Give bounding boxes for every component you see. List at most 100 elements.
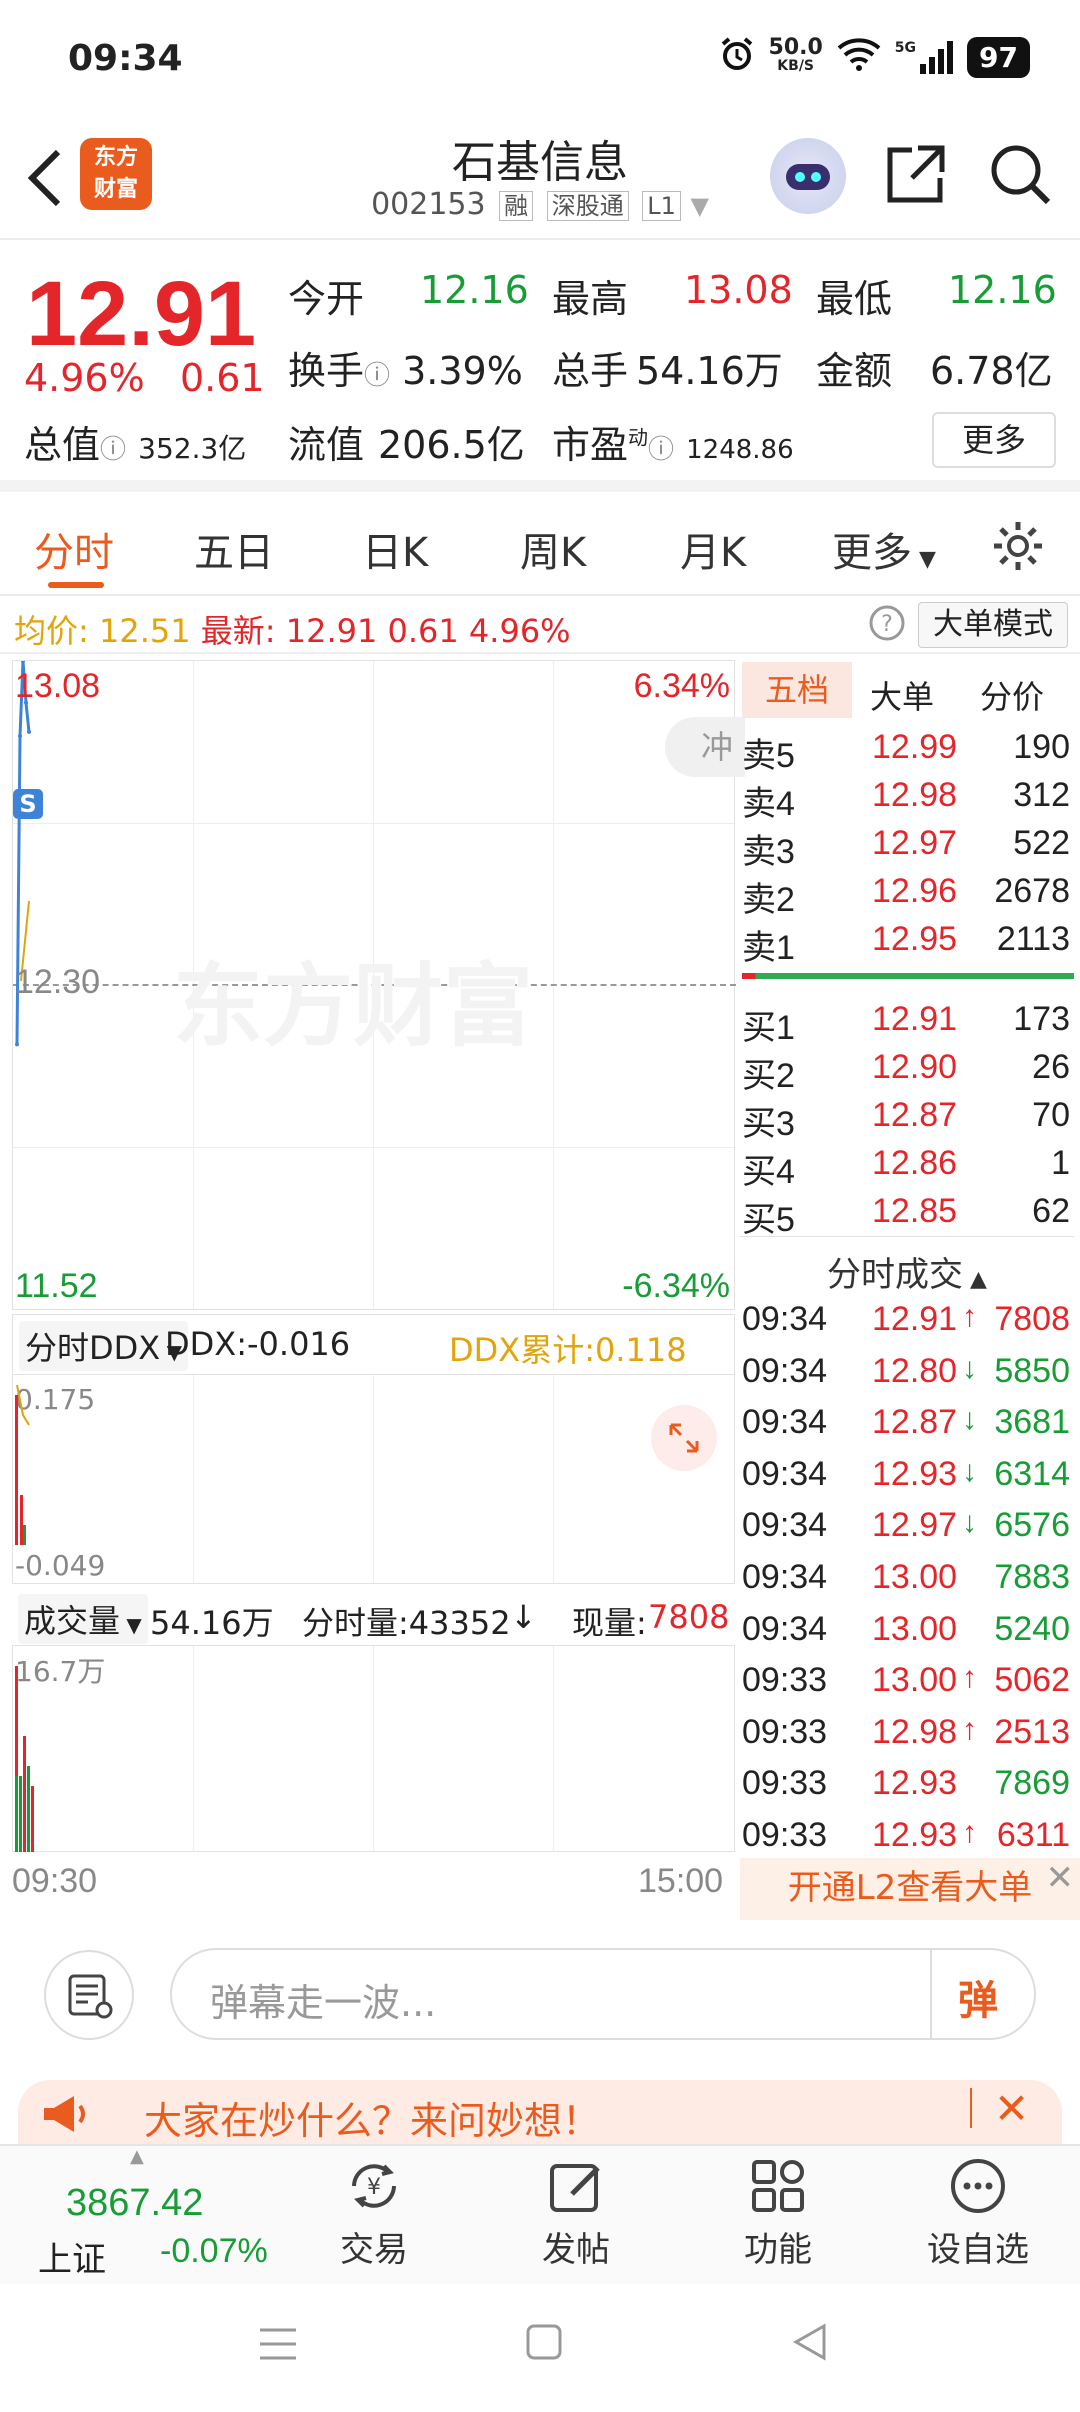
ask-row[interactable]: 卖5 12.99 190 (740, 724, 1074, 775)
notes-icon[interactable] (44, 1950, 134, 2040)
nav-functions[interactable]: 功能 (708, 2156, 848, 2271)
high-label: 最高 (552, 277, 629, 321)
intraday-chart[interactable]: 东方财富 13.08 6.34% 12.30 11.52 -6.34% S 冲 (12, 660, 745, 1310)
mktcap-value: 352.3亿 (138, 432, 247, 465)
tag-level: L1 (642, 191, 681, 221)
tick-price: 12.93 (872, 1764, 958, 1803)
buy-sell-marker[interactable]: S (13, 789, 43, 819)
system-nav-bar (0, 2284, 1080, 2412)
caret-up-icon: ▲ (963, 1267, 987, 1292)
tab-intraday[interactable]: 分时 (34, 520, 114, 578)
volume-total: 54.16万 (150, 1604, 274, 1642)
bid-row[interactable]: 买3 12.87 70 (740, 1092, 1074, 1143)
trade-icon: ¥ (344, 2156, 404, 2216)
order-book: 五档 大单 分价 卖5 12.99 190 卖4 12.98 312 卖3 12.97 522 卖… (740, 660, 1080, 1920)
chevron-down-icon: ▼ (912, 547, 936, 572)
bottom-nav: ▲ 3867.42 上证 -0.07% ¥ 交易 发帖 功能 设自选 (0, 2144, 1080, 2284)
mktcap-row[interactable]: 总值ⓘ 352.3亿 (24, 414, 246, 469)
share-icon[interactable] (884, 142, 948, 210)
back-triangle-icon[interactable] (790, 2322, 830, 2366)
home-icon[interactable] (524, 2322, 564, 2366)
volume-selector[interactable]: 成交量 ▼ (18, 1594, 148, 1644)
ask-qty: 2678 (994, 872, 1070, 910)
ask-price: 12.96 (872, 872, 958, 910)
chart-top-price: 13.08 (15, 667, 101, 705)
tab-daily-k[interactable]: 日K (362, 520, 428, 578)
help-icon[interactable]: ? (868, 604, 906, 650)
bid-row[interactable]: 买2 12.90 26 (740, 1044, 1074, 1095)
tab-monthly-k[interactable]: 月K (680, 520, 746, 578)
tick-price: 12.91 (872, 1300, 958, 1338)
tick-time: 09:33 (742, 1764, 828, 1803)
svg-text:?: ? (881, 612, 893, 637)
bid-row[interactable]: 买4 12.86 1 (740, 1140, 1074, 1191)
price-line-svg (15, 661, 31, 1047)
buy-sell-ratio-bar (742, 973, 1074, 979)
nav-add-watchlist[interactable]: 设自选 (908, 2156, 1048, 2271)
pe-row[interactable]: 市盈动ⓘ 1248.86 (552, 414, 794, 469)
tab-price-dist[interactable]: 分价 (980, 672, 1044, 718)
danmu-input[interactable]: 弹幕走一波... 弹 (170, 1948, 1036, 2040)
danmu-toggle[interactable]: 弹 (930, 1950, 1034, 2038)
tick-price: 12.80 (872, 1351, 958, 1390)
ask-row[interactable]: 卖3 12.97 522 (740, 820, 1074, 871)
tick-direction-icon: ↑ (962, 1712, 977, 1746)
ddx-header: 分时DDX ▼ DDX:-0.016 DDX累计:0.118 (13, 1315, 734, 1375)
status-icons: 50.0 KB/S 5G 97 (719, 36, 1030, 78)
low-value: 12.16 (948, 268, 1057, 312)
ask-banner[interactable]: 大家在炒什么？来问妙想！ ✕ (18, 2080, 1062, 2144)
ddx-selector[interactable]: 分时DDX ▼ (19, 1321, 188, 1371)
info-icon: ⓘ (364, 361, 391, 391)
bid-row[interactable]: 买5 12.85 62 (740, 1188, 1074, 1239)
tab-weekly-k[interactable]: 周K (520, 520, 586, 578)
turnover-value: 3.39% (402, 349, 523, 393)
tab-big-orders[interactable]: 大单 (870, 672, 934, 718)
signal-label: 5G (894, 40, 917, 56)
nav-add-watchlist-label: 设自选 (927, 2230, 1029, 2270)
more-button[interactable]: 更多 (932, 412, 1056, 468)
tab-more[interactable]: 更多 ▼ (832, 520, 936, 578)
megaphone-icon (40, 2092, 92, 2140)
tick-price: 13.00 (872, 1558, 958, 1596)
tag-connect: 深股通 (546, 191, 629, 221)
grid-apps-icon (748, 2156, 808, 2216)
avg-price: 均价: 12.51 最新: 12.91 0.61 4.96% (14, 606, 571, 652)
tick-price: 13.00 (872, 1609, 958, 1648)
tick-price: 12.93 (872, 1454, 958, 1493)
tab-five-levels[interactable]: 五档 (742, 662, 852, 718)
search-icon[interactable] (988, 142, 1052, 210)
tick-direction-icon: ↑ (962, 1300, 977, 1333)
ask-row[interactable]: 卖2 12.96 2678 (740, 868, 1074, 919)
nav-post[interactable]: 发帖 (506, 2156, 646, 2271)
ask-row[interactable]: 卖1 12.95 2113 (740, 916, 1074, 967)
robot-assistant-icon[interactable] (770, 138, 846, 214)
ticks-title: 分时成交 (827, 1255, 964, 1295)
tab-five-day[interactable]: 五日 (194, 520, 274, 578)
index-ticker[interactable]: ▲ 3867.42 上证 -0.07% (20, 2146, 280, 2286)
bid-row[interactable]: 买1 12.91 173 (740, 996, 1074, 1047)
tick-price: 12.87 (872, 1403, 958, 1442)
volume-label: 总手 (552, 349, 629, 393)
info-strip: 均价: 12.51 最新: 12.91 0.61 4.96% ? 大单模式 (0, 596, 1080, 654)
tick-price: 12.93 (872, 1816, 958, 1854)
ask-row[interactable]: 卖4 12.98 312 (740, 772, 1074, 823)
info-icon: ⓘ (100, 435, 127, 465)
close-icon[interactable]: ✕ (994, 2084, 1029, 2133)
time-end: 15:00 (638, 1862, 724, 1900)
ask-label: 卖3 (742, 833, 795, 871)
settings-gear-icon[interactable] (990, 518, 1046, 578)
nav-trade[interactable]: ¥ 交易 (304, 2156, 444, 2271)
volume-bars-area[interactable]: 16.7万 (12, 1646, 735, 1852)
volume-bars-svg (15, 1666, 34, 1852)
l2-upsell-button[interactable]: 开通L2查看大单 ✕ (740, 1858, 1080, 1920)
expand-icon[interactable] (651, 1405, 717, 1471)
turnover-row[interactable]: 换手ⓘ 3.39% (288, 340, 523, 395)
big-order-mode-button[interactable]: 大单模式 (918, 602, 1068, 648)
tick-price: 12.97 (872, 1506, 958, 1545)
menu-icon[interactable] (258, 2324, 298, 2368)
ddx-panel: 分时DDX ▼ DDX:-0.016 DDX累计:0.118 0.175 -0.… (12, 1314, 735, 1584)
float-value: 206.5亿 (378, 423, 525, 467)
close-icon[interactable]: ✕ (1046, 1858, 1075, 1898)
ticks-header[interactable]: 分时成交 ▲ (740, 1236, 1074, 1296)
rush-button[interactable]: 冲 (665, 717, 745, 777)
